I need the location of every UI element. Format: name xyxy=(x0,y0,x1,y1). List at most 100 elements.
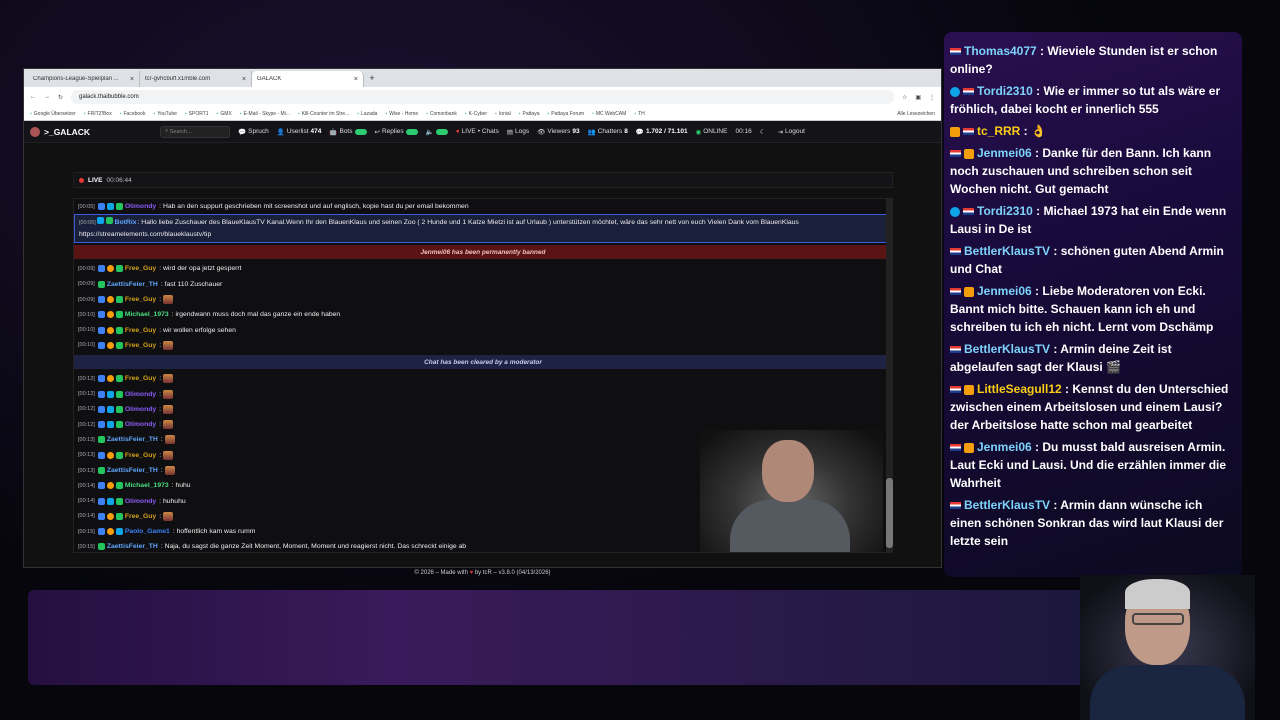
overlay-message: Jenmei06 : Du musst bald ausreisen Armin… xyxy=(950,438,1236,492)
chat-text: : wir wollen erfolge sehen xyxy=(159,326,236,334)
replies-button[interactable]: ↩ Replies xyxy=(375,128,418,136)
chat-username[interactable]: Paolo_Game1 xyxy=(125,528,170,535)
tab-2[interactable]: GALACK × xyxy=(252,71,364,87)
user-badge-icon xyxy=(106,326,114,334)
sound-button[interactable]: 🔈 xyxy=(426,128,448,136)
chat-username[interactable]: Free_Guy xyxy=(125,342,156,349)
chat-timestamp: [00:12] xyxy=(78,406,95,413)
new-tab-icon[interactable]: + xyxy=(364,73,380,83)
overlay-username: Tordi2310 xyxy=(977,84,1033,98)
user-badge-icon xyxy=(97,311,105,319)
forward-icon[interactable]: → xyxy=(44,94,50,100)
user-badge-icon xyxy=(97,421,105,429)
bookmark[interactable]: FRITZ!Box xyxy=(84,111,112,117)
chat-username[interactable]: ZaettisFeier_TH xyxy=(107,543,158,550)
tab-title: tcr-gvhcbuff.x1mble.com xyxy=(145,76,211,82)
chat-timestamp: [00:12] xyxy=(78,375,95,382)
footer-pre: © 2026 – Made with xyxy=(414,570,468,576)
tab-1[interactable]: tcr-gvhcbuff.x1mble.com × xyxy=(140,71,252,87)
tab-strip: Champions-League-Spielplan ... × tcr-gvhc… xyxy=(24,69,941,87)
extensions-icon[interactable]: ▣ xyxy=(915,94,921,101)
user-badge-icon xyxy=(106,390,114,398)
search-placeholder: Search... xyxy=(169,128,192,135)
chat-message: [00:10] Free_Guy: xyxy=(74,338,892,353)
bots-toggle[interactable] xyxy=(354,128,367,135)
chat-text: : huhu xyxy=(171,482,191,490)
bottom-banner xyxy=(28,590,1244,685)
online-label: ONLINE xyxy=(703,128,728,135)
replies-toggle[interactable] xyxy=(405,128,418,135)
logo[interactable]: >_GALACK xyxy=(30,126,90,137)
bookmark[interactable]: K-Cyber xyxy=(465,111,487,117)
user-badge-icon xyxy=(97,467,105,474)
back-icon[interactable]: ← xyxy=(30,94,36,100)
flag-icon xyxy=(963,128,974,136)
tab-title: Champions-League-Spielplan ... xyxy=(33,76,119,82)
logs-label: Logs xyxy=(514,128,530,135)
chat-message: [00:09] Free_Guy: wird der opa jetzt ges… xyxy=(74,261,892,276)
spruch-button[interactable]: 💬 Spruch xyxy=(238,128,269,136)
menu-icon[interactable]: ⋮ xyxy=(929,94,935,101)
reload-icon[interactable]: ↻ xyxy=(58,94,63,101)
url-input[interactable]: galack.thaibubble.com xyxy=(71,90,894,104)
emote-icon xyxy=(163,450,174,460)
user-badge-icon xyxy=(115,390,123,398)
bookmark[interactable]: TH xyxy=(634,111,645,117)
chat-scrollbar[interactable] xyxy=(886,198,893,553)
badge-icon xyxy=(950,86,960,97)
bookmark[interactable]: Comonbank xyxy=(426,111,457,117)
close-icon[interactable]: × xyxy=(130,76,134,83)
chat-username[interactable]: Michael_1973 xyxy=(125,311,169,318)
live-chats-button[interactable]: ● LIVE • Chats xyxy=(456,128,499,135)
chat-username[interactable]: Free_Guy xyxy=(125,327,156,334)
close-icon[interactable]: × xyxy=(242,76,246,83)
all-bookmarks[interactable]: Alle Lesezeichen xyxy=(897,111,935,117)
bookmark[interactable]: Wise - Home xyxy=(385,111,418,117)
bookmark[interactable]: Pattaya xyxy=(519,111,540,117)
bots-label: Bots xyxy=(339,128,353,135)
chat-username[interactable]: Olimondy xyxy=(125,203,156,210)
search-input[interactable]: ⌕ Search... xyxy=(160,125,231,138)
chat-username[interactable]: Free_Guy xyxy=(125,452,156,459)
bookmark[interactable]: Google Übersetzer xyxy=(30,111,76,117)
bookmark[interactable]: SPORT1 xyxy=(185,111,209,117)
chat-username[interactable]: ZaettisFeier_TH xyxy=(107,281,158,288)
bookmark[interactable]: E-Mail - Skype - Mi... xyxy=(240,111,290,117)
bookmark[interactable]: Kill-Counter im Stre... xyxy=(298,111,350,117)
chat-username[interactable]: BotRix xyxy=(115,219,137,226)
chat-timestamp: [00:05] xyxy=(78,203,95,210)
close-icon[interactable]: × xyxy=(354,76,358,83)
userlist-button[interactable]: 👤 Userlist 474 xyxy=(277,128,322,136)
bookmark[interactable]: Facebook xyxy=(120,111,145,117)
star-icon[interactable]: ☆ xyxy=(902,94,907,101)
chat-username[interactable]: ZaettisFeier_TH xyxy=(107,467,158,474)
bookmark[interactable]: MC WebCAM xyxy=(592,111,626,117)
bookmark[interactable]: Pattaya Forum xyxy=(547,111,584,117)
chat-username[interactable]: Free_Guy xyxy=(125,375,156,382)
logs-button[interactable]: ▤ Logs xyxy=(507,128,529,136)
chat-username[interactable]: Free_Guy xyxy=(125,265,156,272)
logout-button[interactable]: ⇥ Logout xyxy=(778,128,805,136)
sound-toggle[interactable] xyxy=(435,128,448,135)
bookmark[interactable]: GMX xyxy=(217,111,231,117)
chatters-count: 8 xyxy=(624,128,628,135)
scrollbar-thumb[interactable] xyxy=(886,478,893,548)
bookmark[interactable]: YouTube xyxy=(153,111,177,117)
chat-username[interactable]: Olimondy xyxy=(125,406,156,413)
tab-0[interactable]: Champions-League-Spielplan ... × xyxy=(28,71,140,87)
bookmark[interactable]: Ionial xyxy=(495,111,511,117)
chat-username[interactable]: Free_Guy xyxy=(125,513,156,520)
chat-username[interactable]: ZaettisFeier_TH xyxy=(107,436,158,443)
theme-toggle[interactable]: ☾ xyxy=(760,128,766,136)
bookmark[interactable]: Lazada xyxy=(357,111,377,117)
chat-username[interactable]: Free_Guy xyxy=(125,296,156,303)
viewer-glasses xyxy=(1132,613,1184,625)
chat-username[interactable]: Olimondy xyxy=(125,498,156,505)
chat-username[interactable]: Olimondy xyxy=(125,421,156,428)
user-badge-icon xyxy=(106,482,114,490)
chat-username[interactable]: Olimondy xyxy=(125,391,156,398)
bots-button[interactable]: 🤖 Bots xyxy=(329,128,367,136)
chat-text: : Hab an den suppurt geschrieben mit scr… xyxy=(159,203,469,211)
user-badge-icon xyxy=(106,375,114,383)
chat-username[interactable]: Michael_1973 xyxy=(125,482,169,489)
